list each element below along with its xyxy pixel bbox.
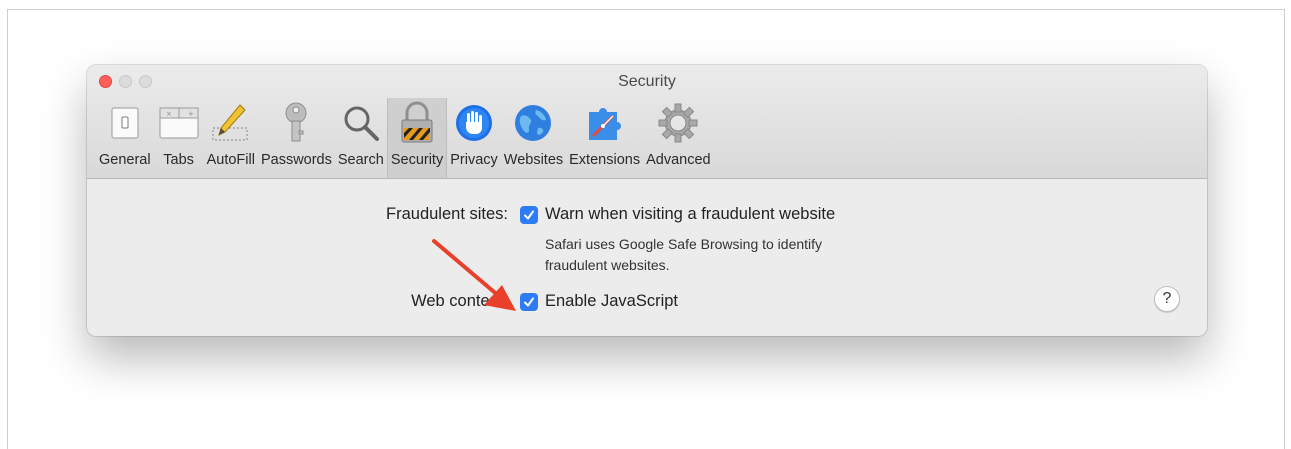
key-icon xyxy=(274,100,318,146)
gear-icon xyxy=(656,100,700,146)
fraudulent-option-label[interactable]: Warn when visiting a fraudulent website xyxy=(545,205,835,224)
description-line: Safari uses Google Safe Browsing to iden… xyxy=(545,236,823,252)
tab-autofill[interactable]: AutoFill xyxy=(204,98,258,178)
svg-text:×: × xyxy=(166,110,172,118)
hand-icon xyxy=(452,100,496,146)
checkmark-icon xyxy=(524,297,534,307)
tab-label: Search xyxy=(337,152,384,168)
globe-icon xyxy=(511,100,555,146)
magnifier-icon xyxy=(339,100,383,146)
general-icon xyxy=(103,100,147,146)
tab-label: Security xyxy=(390,152,444,168)
tab-label: Privacy xyxy=(450,152,498,168)
tab-security[interactable]: Security xyxy=(386,98,448,178)
tab-search[interactable]: Search xyxy=(335,98,387,178)
tab-label: AutoFill xyxy=(206,152,255,168)
help-button[interactable]: ? xyxy=(1154,286,1180,312)
padlock-icon xyxy=(395,100,439,146)
tab-passwords[interactable]: Passwords xyxy=(258,98,335,178)
tab-general[interactable]: General xyxy=(96,98,154,178)
fraudulent-sites-label: Fraudulent sites: xyxy=(386,205,508,223)
tab-label: Advanced xyxy=(646,152,711,168)
autofill-pencil-icon xyxy=(209,100,253,146)
puzzle-icon xyxy=(583,100,627,146)
tabs-icon: × + xyxy=(157,100,201,146)
fraudulent-description: Safari uses Google Safe Browsing to iden… xyxy=(545,234,822,276)
tab-privacy[interactable]: Privacy xyxy=(447,98,501,178)
tab-tabs[interactable]: × + Tabs xyxy=(154,98,204,178)
titlebar: Security General × + Tabs AutoFill Passw… xyxy=(87,65,1207,179)
tab-label: Extensions xyxy=(569,152,641,168)
tab-label: Passwords xyxy=(260,152,332,168)
red-arrow-annotation xyxy=(432,239,516,311)
javascript-option-label[interactable]: Enable JavaScript xyxy=(545,292,678,311)
description-line: fraudulent websites. xyxy=(545,257,670,273)
tab-advanced[interactable]: Advanced xyxy=(643,98,714,178)
preferences-toolbar: General × + Tabs AutoFill Passwords Sear… xyxy=(96,98,714,178)
fraudulent-checkbox[interactable] xyxy=(520,206,538,224)
tab-websites[interactable]: Websites xyxy=(501,98,566,178)
window-title: Security xyxy=(618,73,676,90)
security-pane: Fraudulent sites: Warn when visiting a f… xyxy=(87,179,1207,336)
svg-text:+: + xyxy=(188,110,194,118)
tab-label: Websites xyxy=(503,152,564,168)
tab-label: General xyxy=(99,152,151,168)
preferences-window: Security General × + Tabs AutoFill Passw… xyxy=(87,65,1207,336)
tab-extensions[interactable]: Extensions xyxy=(566,98,643,178)
checkmark-icon xyxy=(524,210,534,220)
tab-label: Tabs xyxy=(163,152,194,168)
